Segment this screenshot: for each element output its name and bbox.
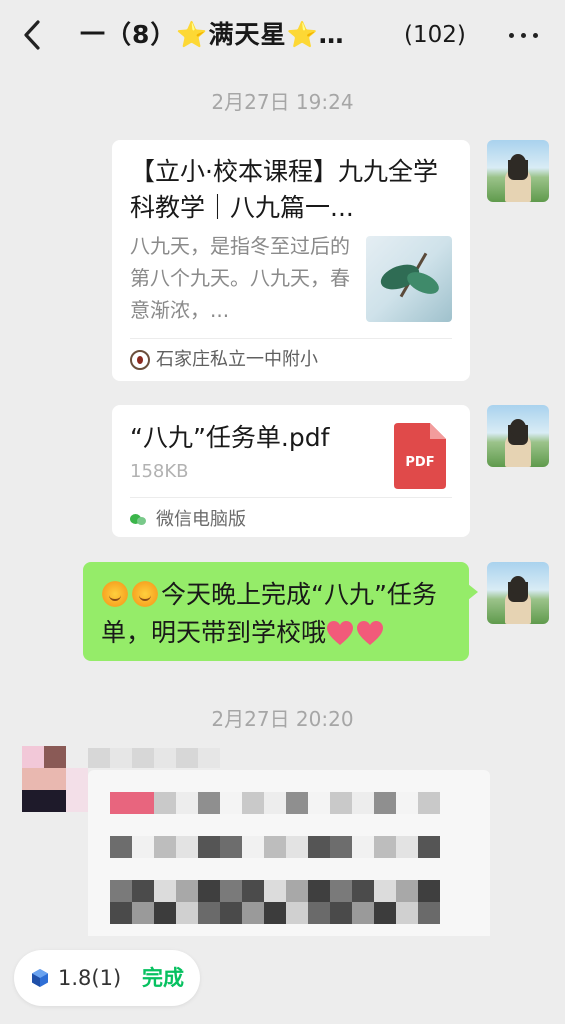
pixelated-text-line: [110, 902, 440, 924]
link-card-message[interactable]: 【立小·校本课程】九九全学科教学｜八九篇一... 八九天，是指冬至过后的第八个九…: [112, 140, 470, 381]
pixelated-avatar-block: [22, 790, 66, 812]
status-version: 1.8(1): [58, 966, 122, 990]
avatar-head: [510, 419, 526, 437]
official-account-icon: [130, 350, 150, 370]
link-card-thumbnail: [366, 236, 452, 322]
wechat-pc-icon: [130, 512, 148, 528]
pixelated-text-line: [110, 880, 440, 902]
pixelated-block: [110, 792, 154, 814]
text-message-content: 今天晚上完成“八九”任务单，明天带到学校哦: [101, 576, 456, 652]
more-options-button[interactable]: [506, 20, 542, 50]
link-card-title: 【立小·校本课程】九九全学科教学｜八九篇一...: [130, 157, 438, 222]
pixelated-sender-name: [88, 748, 220, 768]
card-divider: [130, 497, 452, 498]
card-divider: [130, 338, 452, 339]
sun-emoji-icon: [101, 580, 129, 608]
more-dot-icon: [521, 33, 526, 38]
sender-avatar[interactable]: [487, 140, 549, 202]
pixelated-avatar-block: [44, 746, 66, 768]
file-name: “八九”任务单.pdf: [130, 423, 330, 452]
chat-header: 一（8）⭐满天星⭐… (102): [0, 0, 565, 68]
file-source: 微信电脑版: [156, 509, 246, 530]
message-timestamp: 2月27日 20:20: [211, 707, 354, 731]
more-dot-icon: [509, 33, 514, 38]
more-dot-icon: [533, 33, 538, 38]
bottom-bar: 1.8(1) 完成: [0, 936, 565, 1024]
pixelated-avatar-block: [66, 768, 88, 812]
chevron-left-icon: [24, 20, 40, 50]
app-cube-icon: [30, 968, 50, 988]
chat-title: 一（8）⭐满天星⭐…: [80, 20, 345, 49]
back-button[interactable]: [18, 18, 48, 52]
pdf-label: PDF: [405, 455, 435, 470]
sender-avatar[interactable]: [487, 405, 549, 467]
file-size: 158KB: [130, 461, 189, 482]
message-timestamp: 2月27日 19:24: [211, 90, 354, 114]
avatar-head: [510, 154, 526, 172]
leaf-shape: [403, 267, 443, 299]
sun-emoji-icon: [131, 580, 159, 608]
task-status-pill[interactable]: 1.8(1) 完成: [14, 950, 200, 1006]
avatar-head: [510, 576, 526, 594]
text-message-bubble[interactable]: 今天晚上完成“八九”任务单，明天带到学校哦: [83, 562, 478, 661]
heart-emoji-icon: [326, 619, 354, 645]
member-count: (102): [404, 22, 466, 48]
pixelated-avatar-block: [22, 768, 66, 790]
chat-screen: 一（8）⭐满天星⭐… (102) 2月27日 19:24 【立小·校本课程】九九…: [0, 0, 565, 1024]
link-card-description: 八九天，是指冬至过后的第八个九天。八九天，春意渐浓，...: [130, 234, 350, 322]
file-message[interactable]: “八九”任务单.pdf 158KB PDF 微信电脑版: [112, 405, 470, 537]
done-button[interactable]: 完成: [142, 964, 184, 992]
pixelated-text-line: [110, 836, 440, 858]
link-card-source: 石家庄私立一中附小: [156, 349, 318, 370]
sender-avatar[interactable]: [487, 562, 549, 624]
pixelated-text-line: [154, 792, 440, 814]
heart-emoji-icon: [356, 619, 384, 645]
